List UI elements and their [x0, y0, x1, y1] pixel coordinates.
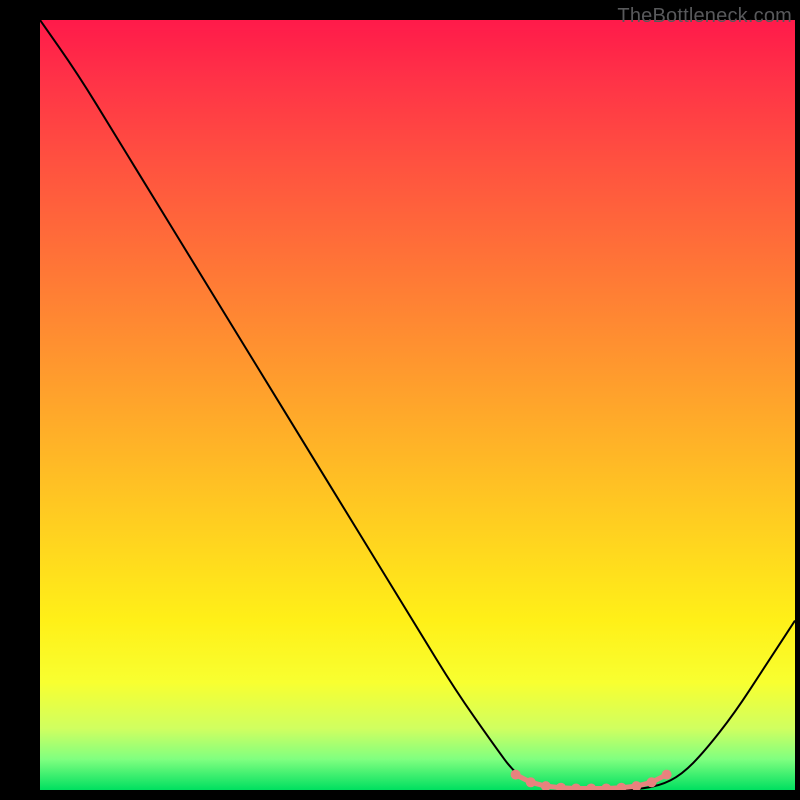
bottleneck-curve — [40, 20, 795, 790]
chart-frame: TheBottleneck.com — [40, 5, 795, 790]
curve-layer — [40, 20, 795, 790]
watermark-text: TheBottleneck.com — [617, 5, 792, 28]
plot-area — [40, 20, 795, 790]
